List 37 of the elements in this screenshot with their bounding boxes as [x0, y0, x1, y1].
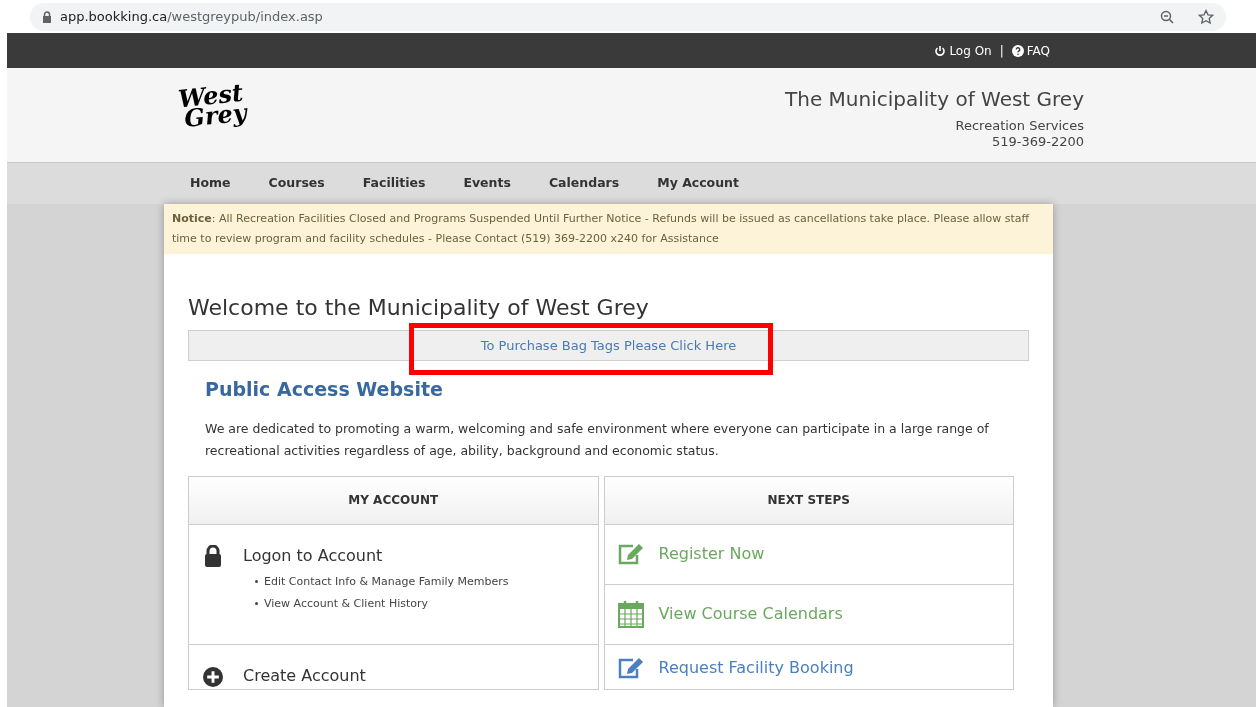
- phone-text: 519-369-2200: [991, 134, 1084, 150]
- nav-link[interactable]: Events: [444, 163, 530, 204]
- lock-icon: [204, 544, 222, 567]
- log-on-link[interactable]: Log On: [934, 41, 992, 60]
- calendar-icon: [617, 600, 644, 628]
- account-link[interactable]: Logon to Account: [243, 544, 383, 567]
- plus-circle-icon: [203, 664, 223, 689]
- intro-paragraph: We are dedicated to promoting a warm, welcoming and safe environment where everyone can participate in a large range of recreational activities regardless of age, ability, background and economic status.: [205, 419, 990, 460]
- bag-tags-link[interactable]: To Purchase Bag Tags Please Click Here: [480, 335, 737, 356]
- account-link[interactable]: Create Account: [243, 664, 366, 687]
- site-title: The Municipality of West Grey: [785, 86, 1084, 112]
- faq-link[interactable]: FAQ: [1011, 41, 1050, 60]
- bullet-icon: [255, 580, 258, 583]
- script-logo[interactable]: West Grey: [176, 78, 248, 130]
- edit-icon: [616, 543, 645, 565]
- next-step-link[interactable]: Request Facility Booking: [658, 656, 854, 679]
- separator-text: |: [999, 42, 1004, 60]
- nav-link[interactable]: Calendars: [529, 163, 639, 204]
- bullet-icon: [255, 602, 258, 605]
- url-text: app.bookking.ca/westgreypub/index.asp: [60, 7, 323, 26]
- lock-icon: [42, 10, 52, 23]
- welcome-heading: Welcome to the Municipality of West Grey: [188, 294, 650, 322]
- zoom-icon[interactable]: [1160, 9, 1174, 24]
- nav-link[interactable]: My Account: [638, 163, 758, 204]
- star-icon[interactable]: [1198, 8, 1214, 25]
- nav-link[interactable]: Facilities: [343, 163, 445, 204]
- section-heading: Public Access Website: [205, 377, 444, 402]
- account-option-link[interactable]: View Account & Client History: [264, 592, 429, 615]
- account-option-link[interactable]: Edit Contact Info & Manage Family Members: [264, 570, 509, 593]
- nav-link[interactable]: Courses: [249, 163, 344, 204]
- notice-text: Notice: All Recreation Facilities Closed and Programs Suspended Until Further Notice - Refunds will be issued as cancellations take place. Please allow staff time to review program and facility schedules - Please Contact (519) 369-2200 x240 for Assistance: [164, 204, 1053, 254]
- power-icon: [934, 44, 947, 57]
- edit-icon: [616, 656, 645, 679]
- address-bar[interactable]: app.bookking.ca/westgreypub/index.asp: [30, 2, 1226, 31]
- department-text: Recreation Services: [955, 118, 1084, 134]
- nav-link[interactable]: Home: [171, 163, 250, 204]
- help-icon: [1011, 44, 1024, 57]
